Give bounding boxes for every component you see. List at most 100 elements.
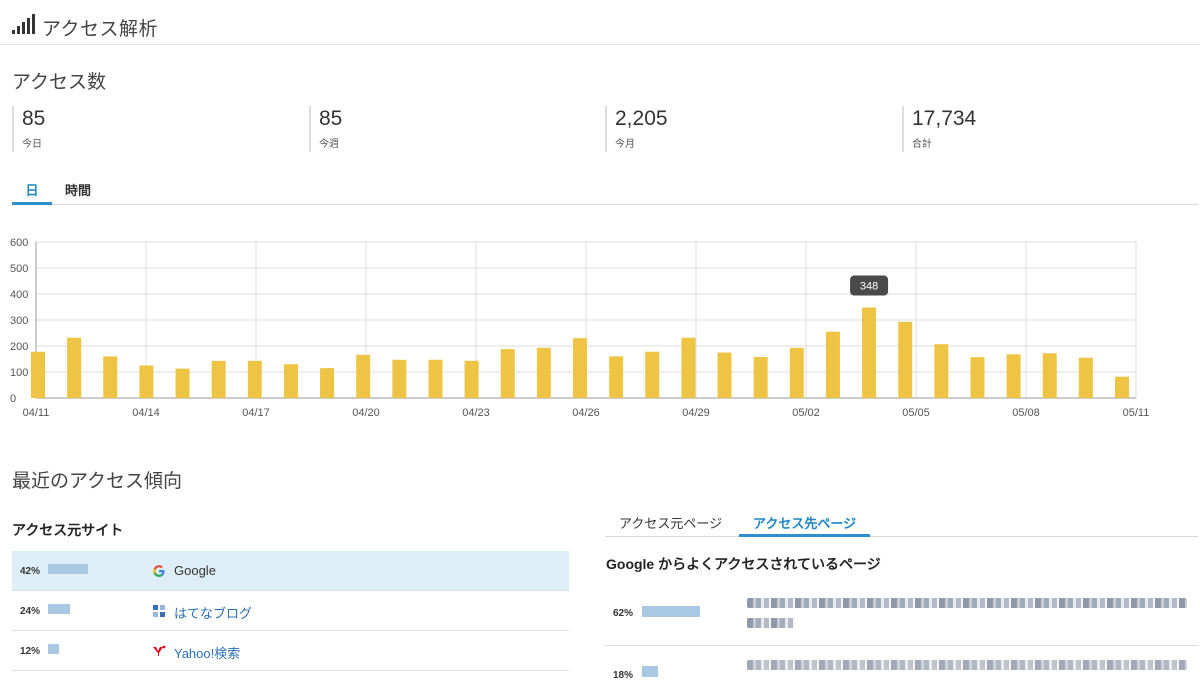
stat-value: 17,734: [912, 107, 977, 130]
bar-05-04: [862, 307, 877, 398]
referrer-row-google[interactable]: 42% Google: [12, 551, 569, 591]
tab-destination-page[interactable]: アクセス先ページ: [739, 513, 871, 537]
bar-05-05: [898, 321, 913, 398]
bar-04-16: [211, 360, 226, 398]
bar-04-18: [283, 364, 298, 398]
daily-access-chart: 0 100 200 300 400 500 600 04/11 04/14 04/17 04/20 0…: [10, 237, 1150, 419]
bar-04-17: [247, 360, 262, 398]
referrer-bar: [48, 564, 88, 574]
bar-04-23: [464, 360, 479, 398]
x-tick-label: 04/14: [132, 407, 160, 419]
page-title-redacted[interactable]: [747, 598, 1187, 608]
access-count-heading: アクセス数: [12, 72, 107, 93]
stat-this-month: 2,205 今月: [605, 106, 668, 152]
referrer-percent: 24%: [20, 606, 41, 617]
x-tick-label: 05/02: [792, 407, 820, 419]
referrer-bar: [48, 604, 70, 614]
stat-total: 17,734 合計: [902, 106, 976, 152]
bar-05-06: [934, 344, 949, 398]
tab-hour[interactable]: 時間: [65, 180, 91, 205]
bar-04-15: [175, 368, 190, 398]
page-tabs: アクセス元ページ アクセス先ページ: [605, 507, 1198, 537]
x-tick-label: 04/26: [572, 407, 600, 419]
page-title: アクセス解析: [42, 19, 159, 40]
tab-day[interactable]: 日: [12, 180, 52, 205]
bar-04-11: [31, 351, 45, 398]
bar-05-08: [1006, 354, 1021, 398]
page-row[interactable]: 62%: [605, 584, 1198, 646]
bar-05-07: [970, 357, 985, 398]
referrer-name[interactable]: Yahoo!検索: [174, 643, 240, 662]
bar-04-14: [139, 365, 154, 398]
bar-05-10: [1078, 357, 1093, 398]
bar-05-02: [789, 347, 804, 398]
referrer-name[interactable]: はてなブログ: [174, 603, 252, 622]
referrer-percent: 42%: [20, 566, 41, 577]
bar-04-22: [428, 359, 443, 398]
bar-04-28: [645, 351, 660, 398]
stat-value: 85: [319, 107, 343, 130]
stat-today: 85 今日: [12, 106, 45, 152]
page-title-redacted[interactable]: [747, 660, 1187, 670]
referrer-name: Google: [174, 563, 216, 578]
referrer-row-hatena[interactable]: 24% はてなブログ: [12, 591, 569, 631]
y-tick-label: 400: [10, 289, 28, 301]
page-row[interactable]: 18%: [605, 646, 1198, 687]
bar-04-12: [67, 337, 82, 398]
bar-04-26: [573, 338, 587, 398]
page-title-redacted[interactable]: [747, 618, 795, 628]
referrer-sites-heading: アクセス元サイト: [12, 522, 124, 538]
y-tick-label: 600: [10, 237, 28, 249]
page-bar: [642, 666, 658, 677]
page-bar: [642, 606, 700, 617]
bar-04-19: [320, 368, 335, 398]
bar-05-09: [1042, 353, 1057, 398]
x-tick-label: 05/05: [902, 407, 930, 419]
recent-trend-heading: 最近のアクセス傾向: [12, 471, 183, 492]
bar-04-20: [356, 354, 371, 398]
stat-label: 今月: [615, 139, 635, 150]
bar-04-25: [536, 347, 551, 398]
x-tick-label: 05/11: [1123, 407, 1150, 419]
yahoo-icon: [153, 645, 166, 656]
y-tick-label: 100: [10, 367, 28, 379]
stat-label: 合計: [912, 139, 932, 150]
bar-04-13: [103, 356, 118, 398]
page-percent: 18%: [613, 670, 634, 681]
bar-04-24: [500, 349, 515, 398]
y-tick-label: 0: [10, 393, 16, 405]
bar-04-27: [609, 356, 624, 398]
bar-05-03: [825, 331, 840, 398]
stat-value: 2,205: [615, 107, 668, 130]
x-tick-label: 04/11: [23, 407, 50, 419]
y-tick-label: 300: [10, 315, 28, 327]
pages-heading: Google からよくアクセスされているページ: [606, 556, 881, 572]
referrer-row-yahoo[interactable]: 12% Yahoo!検索: [12, 631, 569, 671]
stat-label: 今週: [319, 139, 339, 150]
tab-source-page[interactable]: アクセス元ページ: [619, 513, 722, 537]
page-percent: 62%: [613, 608, 634, 619]
bar-04-21: [392, 359, 407, 398]
hatena-blog-icon: [153, 605, 165, 617]
stat-label: 今日: [22, 139, 42, 150]
x-tick-label: 04/23: [462, 407, 490, 419]
referrer-bar: [48, 644, 59, 654]
app-header: アクセス解析: [0, 0, 1200, 45]
x-tick-label: 05/08: [1012, 407, 1040, 419]
y-tick-label: 200: [10, 341, 28, 353]
bar-04-30: [717, 352, 732, 398]
tooltip-value: 348: [860, 281, 878, 293]
bar-05-01: [753, 356, 768, 398]
bar-04-29: [681, 337, 696, 398]
period-tabs: 日 時間: [12, 176, 1198, 205]
referrer-percent: 12%: [20, 646, 41, 657]
x-tick-label: 04/17: [242, 407, 270, 419]
stat-value: 85: [22, 107, 46, 130]
google-icon: [153, 565, 165, 577]
x-tick-label: 04/29: [682, 407, 710, 419]
x-tick-label: 04/20: [352, 407, 380, 419]
y-tick-label: 500: [10, 263, 28, 275]
signal-bars-icon: [12, 14, 35, 34]
bar-05-11: [1115, 376, 1129, 398]
stat-this-week: 85 今週: [309, 106, 342, 152]
